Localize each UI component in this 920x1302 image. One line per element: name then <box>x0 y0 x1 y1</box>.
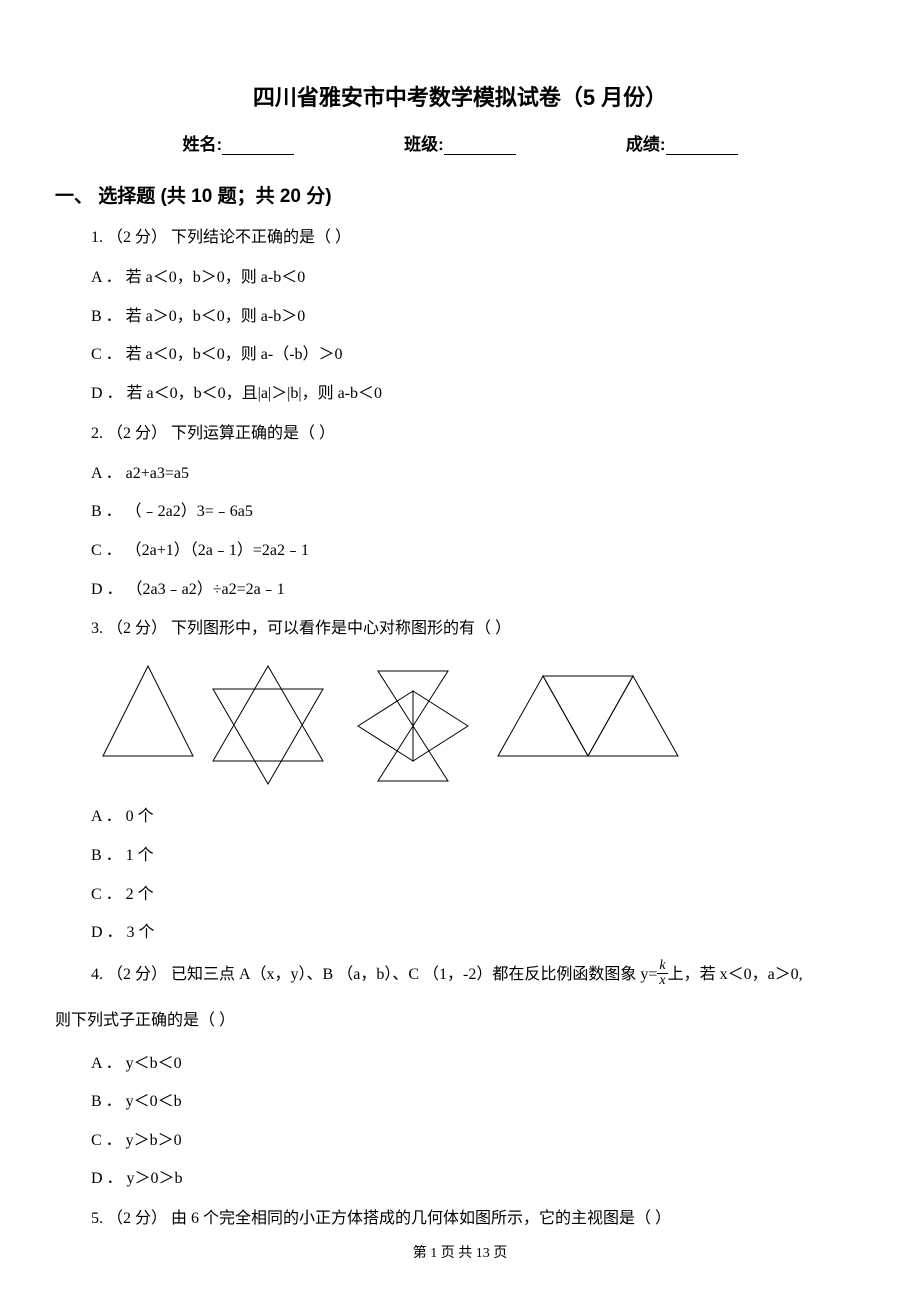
q4-option-c: C ． y＞b＞0 <box>91 1128 865 1154</box>
q4-stem: 4. （2 分） 已知三点 A（x，y）、B （a，b）、C （1，-2）都在反… <box>91 959 865 991</box>
section-header: 一、 选择题 (共 10 题；共 20 分) <box>55 181 865 208</box>
name-label: 姓名: <box>182 135 222 154</box>
q2-stem: 2. （2 分） 下列运算正确的是（ ） <box>91 420 865 447</box>
class-blank <box>444 154 516 155</box>
q1-option-a: A ． 若 a＜0，b＞0，则 a-b＜0 <box>91 265 865 291</box>
name-blank <box>222 154 294 155</box>
fraction-k-over-x: kx <box>657 959 667 988</box>
name-field: 姓名: <box>182 130 294 155</box>
q4-text-post: 上，若 x＜0，a＞0, <box>668 966 803 983</box>
q4-stem-cont: 则下列式子正确的是（ ） <box>55 1005 865 1037</box>
page-title: 四川省雅安市中考数学模拟试卷（5 月份） <box>55 80 865 112</box>
q4-option-b: B ． y＜0＜b <box>91 1089 865 1115</box>
class-label: 班级: <box>404 135 444 154</box>
q1-stem: 1. （2 分） 下列结论不正确的是（ ） <box>91 224 865 251</box>
star-icon <box>213 666 323 784</box>
q4-text-pre: 4. （2 分） 已知三点 A（x，y）、B （a，b）、C （1，-2）都在反… <box>91 966 657 983</box>
q2-option-c: C ． （2a+1）（2a﹣1）=2a2﹣1 <box>91 538 865 564</box>
q2-option-b: B ． （﹣2a2）3=﹣6a5 <box>91 499 865 525</box>
triangle-icon <box>103 666 193 756</box>
q5-stem: 5. （2 分） 由 6 个完全相同的小正方体搭成的几何体如图所示，它的主视图是… <box>91 1205 865 1232</box>
q3-stem: 3. （2 分） 下列图形中，可以看作是中心对称图形的有（ ） <box>91 615 865 642</box>
shapes-svg <box>93 656 693 786</box>
q1-option-d: D ． 若 a＜0，b＜0，且|a|＞|b|，则 a-b＜0 <box>91 381 865 407</box>
q2-option-d: D ． （2a3﹣a2）÷a2=2a﹣1 <box>91 577 865 603</box>
zigzag-icon <box>498 676 678 756</box>
q4-option-d: D ． y＞0＞b <box>91 1166 865 1192</box>
bowtie-icon <box>358 671 468 781</box>
q1-option-b: B ． 若 a＞0，b＜0，则 a-b＞0 <box>91 304 865 330</box>
score-field: 成绩: <box>626 130 738 155</box>
header-fields: 姓名: 班级: 成绩: <box>55 130 865 155</box>
q3-option-d: D ． 3 个 <box>91 920 865 946</box>
fraction-denominator: x <box>657 974 667 988</box>
shapes-figure <box>93 656 865 786</box>
q3-option-a: A ． 0 个 <box>91 804 865 830</box>
q3-option-c: C ． 2 个 <box>91 882 865 908</box>
q2-option-a: A ． a2+a3=a5 <box>91 461 865 487</box>
page-footer: 第 1 页 共 13 页 <box>0 1242 920 1262</box>
fraction-numerator: k <box>657 959 667 974</box>
score-label: 成绩: <box>626 135 666 154</box>
q3-option-b: B ． 1 个 <box>91 843 865 869</box>
q4-option-a: A ． y＜b＜0 <box>91 1051 865 1077</box>
score-blank <box>666 154 738 155</box>
q1-option-c: C ． 若 a＜0，b＜0，则 a-（-b）＞0 <box>91 342 865 368</box>
class-field: 班级: <box>404 130 516 155</box>
